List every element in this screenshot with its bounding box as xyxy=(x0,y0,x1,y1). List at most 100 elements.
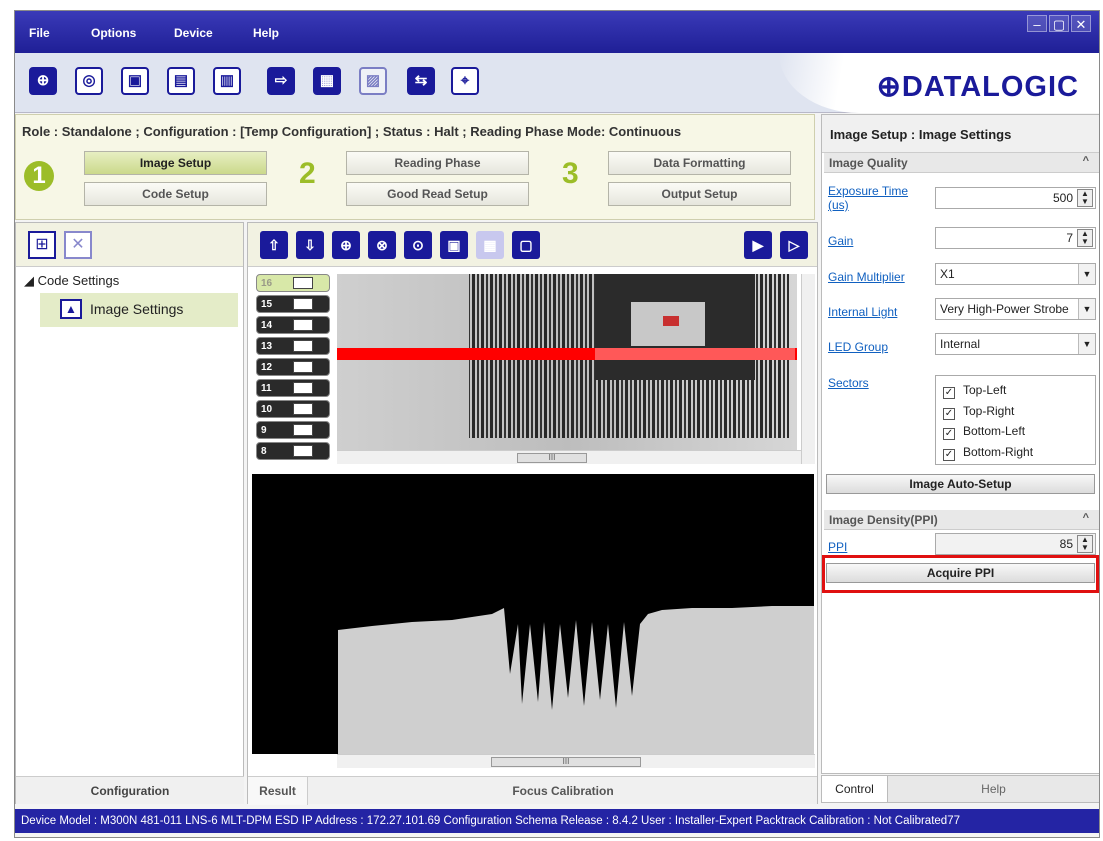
gain-input[interactable]: 7 ▲ ▼ xyxy=(935,227,1096,249)
calibrate-target-icon[interactable]: ⌖ xyxy=(451,67,479,95)
dropdown-arrow-icon[interactable]: ▼ xyxy=(1078,334,1095,354)
gain-label[interactable]: Gain xyxy=(828,234,853,248)
tab-result[interactable]: Result xyxy=(248,777,308,805)
add-node-icon[interactable]: ⊞ xyxy=(28,231,56,259)
connect-icon[interactable]: ⊕ xyxy=(29,67,57,95)
zoom-fit-icon[interactable]: ⊙ xyxy=(404,231,432,259)
control-panel-title: Image Setup : Image Settings xyxy=(822,115,1099,153)
zoom-in-icon[interactable]: ⊕ xyxy=(332,231,360,259)
step-play-icon[interactable]: ▷ xyxy=(780,231,808,259)
image-density-header[interactable]: Image Density(PPI) ^ xyxy=(824,510,1099,530)
arrow-up-icon[interactable]: ⇧ xyxy=(260,231,288,259)
thumbnail-item[interactable]: 10 xyxy=(256,400,330,418)
collapse-arrow-icon[interactable]: ◢ xyxy=(24,273,38,288)
tab-control[interactable]: Control xyxy=(821,775,887,803)
dropdown-arrow-icon[interactable]: ▼ xyxy=(1078,299,1095,319)
close-icon[interactable]: ✕ xyxy=(1071,15,1091,32)
image-horizontal-scrollbar[interactable]: III xyxy=(337,450,801,464)
exposure-time-label[interactable]: Exposure Time (us) xyxy=(828,184,928,212)
exposure-time-input[interactable]: 500 ▲ ▼ xyxy=(935,187,1096,209)
image-setup-button[interactable]: Image Setup xyxy=(84,151,267,175)
image-quality-header[interactable]: Image Quality ^ xyxy=(824,153,1099,173)
monitor-icon[interactable]: ▨ xyxy=(359,67,387,95)
send-config-icon[interactable]: ⇨ xyxy=(267,67,295,95)
internal-light-select[interactable]: Very High-Power Strobe ▼ xyxy=(935,298,1096,320)
menu-help[interactable]: Help xyxy=(253,26,279,40)
sector-top-left[interactable]: ✓ Top-Left xyxy=(943,383,1006,399)
minimize-icon[interactable]: – xyxy=(1027,15,1047,32)
scroll-thumb[interactable]: III xyxy=(491,757,641,767)
tree-root-code-settings[interactable]: ◢ Code Settings xyxy=(24,273,119,289)
thumbnail-item[interactable]: 13 xyxy=(256,337,330,355)
tab-focus-calibration[interactable]: Focus Calibration xyxy=(308,777,818,805)
tree-item-image-settings[interactable]: ▲ Image Settings xyxy=(40,293,238,327)
maximize-icon[interactable]: ▢ xyxy=(1049,15,1069,32)
thumbnail-image xyxy=(293,298,313,310)
thumbnail-item[interactable]: 9 xyxy=(256,421,330,439)
crop-icon[interactable]: ▢ xyxy=(512,231,540,259)
spinner-icon[interactable]: ▲ ▼ xyxy=(1077,535,1093,553)
thumbnail-item[interactable]: 16 xyxy=(256,274,330,292)
gain-multiplier-select[interactable]: X1 ▼ xyxy=(935,263,1096,285)
delete-node-icon[interactable]: ✕ xyxy=(64,231,92,259)
scroll-thumb[interactable]: III xyxy=(517,453,587,463)
checkbox-checked-icon[interactable]: ✓ xyxy=(943,428,955,440)
thumbnail-item[interactable]: 11 xyxy=(256,379,330,397)
menu-options[interactable]: Options xyxy=(91,26,136,40)
thumbnail-number: 13 xyxy=(261,341,273,352)
compare-icon[interactable]: ⇆ xyxy=(407,67,435,95)
ppi-label[interactable]: PPI xyxy=(828,540,847,554)
barcode-image-view[interactable] xyxy=(337,274,797,450)
checkbox-checked-icon[interactable]: ✓ xyxy=(943,387,955,399)
internal-light-label[interactable]: Internal Light xyxy=(828,305,897,319)
menu-device[interactable]: Device xyxy=(174,26,213,40)
image-vertical-scrollbar[interactable] xyxy=(801,274,815,464)
menu-file[interactable]: File xyxy=(29,26,50,40)
thumbnail-item[interactable]: 8 xyxy=(256,442,330,460)
collapse-chevron-icon[interactable]: ^ xyxy=(1083,512,1089,524)
data-formatting-button[interactable]: Data Formatting xyxy=(608,151,791,175)
sector-bottom-right[interactable]: ✓ Bottom-Right xyxy=(943,445,1033,461)
thumbnail-item[interactable]: 14 xyxy=(256,316,330,334)
acquire-ppi-button[interactable]: Acquire PPI xyxy=(826,563,1095,583)
gain-multiplier-label[interactable]: Gain Multiplier xyxy=(828,270,905,284)
thumbnail-number: 9 xyxy=(261,425,267,436)
checkbox-checked-icon[interactable]: ✓ xyxy=(943,449,955,461)
ppi-input[interactable]: 85 ▲ ▼ xyxy=(935,533,1096,555)
center-tabs: Result Focus Calibration xyxy=(248,776,818,805)
tab-help[interactable]: Help xyxy=(887,775,1099,803)
graph-horizontal-scrollbar[interactable]: III xyxy=(337,754,815,768)
device-discovery-icon[interactable]: ◎ xyxy=(75,67,103,95)
arrow-down-icon[interactable]: ⇩ xyxy=(296,231,324,259)
grid-icon[interactable]: ▦ xyxy=(476,231,504,259)
barcode-image xyxy=(337,274,797,450)
save-image-icon[interactable]: ▣ xyxy=(440,231,468,259)
thumbnail-number: 16 xyxy=(261,278,273,289)
led-group-label[interactable]: LED Group xyxy=(828,340,888,354)
zoom-100-icon[interactable]: ⊗ xyxy=(368,231,396,259)
thumbnail-item[interactable]: 12 xyxy=(256,358,330,376)
spinner-icon[interactable]: ▲ ▼ xyxy=(1077,229,1093,247)
sector-bottom-left[interactable]: ✓ Bottom-Left xyxy=(943,424,1025,440)
status-bar: Device Model : M300N 481-011 LNS-6 MLT-D… xyxy=(15,809,1099,833)
reading-phase-button[interactable]: Reading Phase xyxy=(346,151,529,175)
sectors-label[interactable]: Sectors xyxy=(828,376,869,390)
spinner-icon[interactable]: ▲ ▼ xyxy=(1077,189,1093,207)
ppi-value: 85 xyxy=(1059,537,1073,551)
checkbox-checked-icon[interactable]: ✓ xyxy=(943,408,955,420)
dropdown-arrow-icon[interactable]: ▼ xyxy=(1078,264,1095,284)
thumbnail-number: 14 xyxy=(261,320,273,331)
sector-top-right[interactable]: ✓ Top-Right xyxy=(943,404,1014,420)
open-config-icon[interactable]: ▤ xyxy=(167,67,195,95)
led-group-select[interactable]: Internal ▼ xyxy=(935,333,1096,355)
play-icon[interactable]: ▶ xyxy=(744,231,772,259)
save-config-icon[interactable]: ▥ xyxy=(213,67,241,95)
code-setup-button[interactable]: Code Setup xyxy=(84,182,267,206)
save-device-icon[interactable]: ▦ xyxy=(313,67,341,95)
thumbnail-item[interactable]: 15 xyxy=(256,295,330,313)
collapse-chevron-icon[interactable]: ^ xyxy=(1083,155,1089,167)
output-setup-button[interactable]: Output Setup xyxy=(608,182,791,206)
image-auto-setup-button[interactable]: Image Auto-Setup xyxy=(826,474,1095,494)
good-read-setup-button[interactable]: Good Read Setup xyxy=(346,182,529,206)
new-config-icon[interactable]: ▣ xyxy=(121,67,149,95)
